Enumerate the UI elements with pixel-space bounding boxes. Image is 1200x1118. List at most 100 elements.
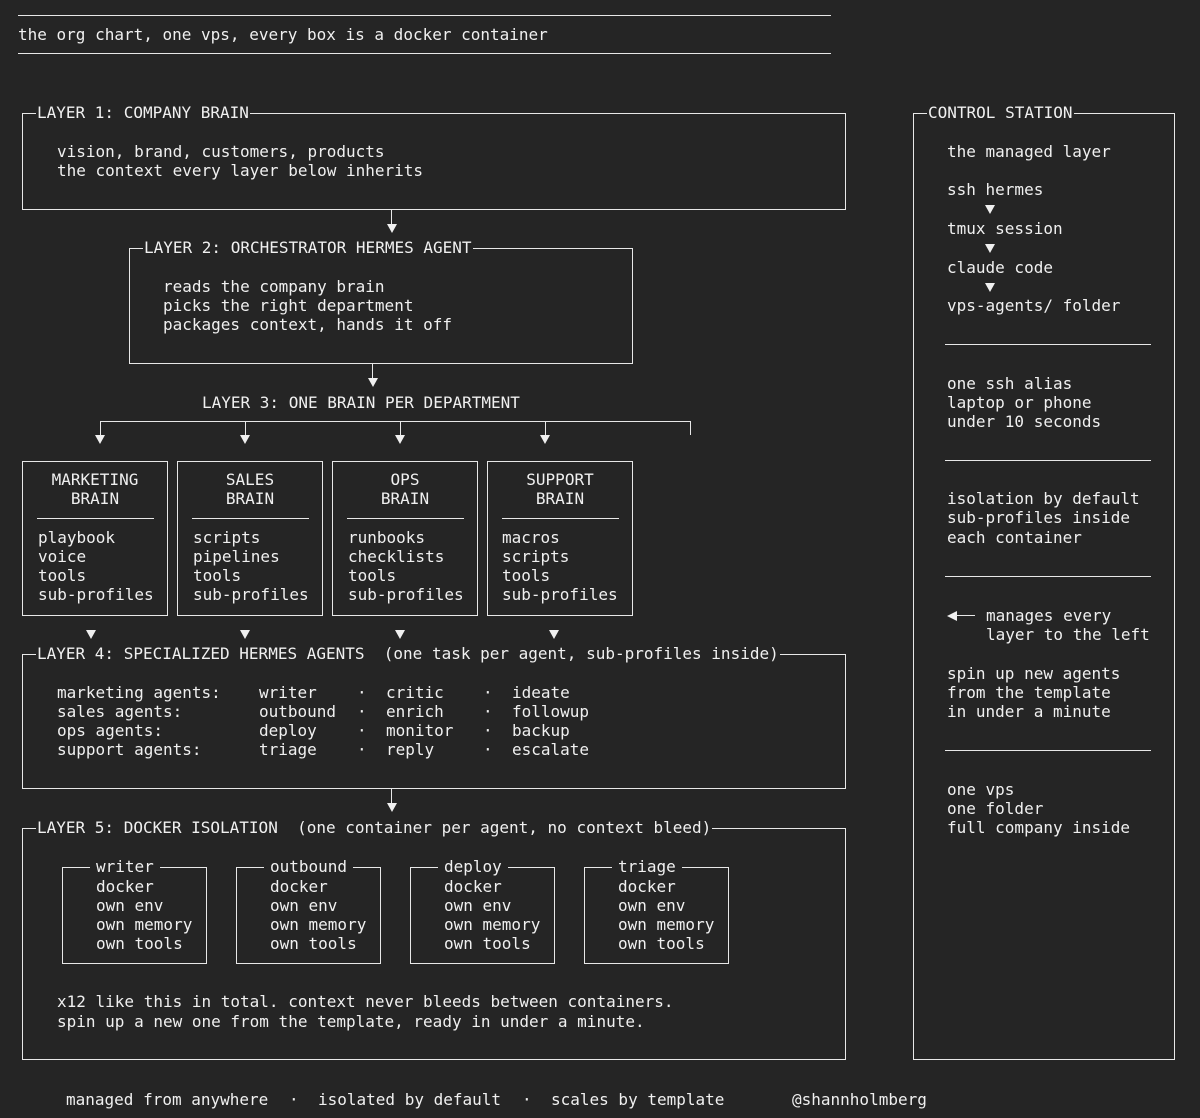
container-line-outbound-3: own memory bbox=[270, 915, 367, 934]
footer-item-managed: managed from anywhere bbox=[66, 1090, 269, 1109]
agent-ops-3: backup bbox=[512, 721, 570, 740]
header-top-rule bbox=[18, 15, 831, 16]
arrow-to-sales bbox=[240, 435, 250, 444]
connector-4-5 bbox=[391, 789, 392, 803]
page-title: the org chart, one vps, every box is a d… bbox=[18, 25, 548, 44]
brain-item-ops-4: sub-profiles bbox=[348, 585, 464, 604]
brain-title-support: SUPPORT bbox=[526, 470, 594, 489]
control-chain-claude: claude code bbox=[947, 258, 1053, 277]
container-line-deploy-1: docker bbox=[444, 877, 502, 896]
control-divider-1 bbox=[945, 344, 1151, 345]
agent-separator: · bbox=[483, 721, 493, 740]
arrow-4-5 bbox=[387, 803, 397, 812]
layer1-label: LAYER 1: COMPANY BRAIN bbox=[36, 103, 250, 122]
footer-handle: @shannholmberg bbox=[792, 1090, 927, 1109]
agent-separator: · bbox=[357, 740, 367, 759]
arrow-support-to-layer4 bbox=[549, 630, 559, 639]
agent-separator: · bbox=[483, 683, 493, 702]
layer1-line-1: vision, brand, customers, products bbox=[57, 142, 385, 161]
layer3-branch-line bbox=[100, 421, 690, 422]
brain-item-sales-3: tools bbox=[193, 566, 242, 585]
agents-dept-sales: sales agents: bbox=[57, 702, 183, 721]
agent-separator: · bbox=[357, 721, 367, 740]
layer3-label: LAYER 3: ONE BRAIN PER DEPARTMENT bbox=[202, 393, 520, 412]
brain-item-support-3: tools bbox=[502, 566, 551, 585]
container-name-writer: writer bbox=[90, 857, 160, 876]
agent-separator: · bbox=[483, 702, 493, 721]
branch-drop-sales bbox=[245, 421, 246, 435]
agent-support-3: escalate bbox=[512, 740, 590, 759]
brain-subtitle-support: BRAIN bbox=[535, 489, 585, 508]
control-divider-3 bbox=[945, 576, 1151, 577]
agents-dept-marketing: marketing agents: bbox=[57, 683, 221, 702]
agent-marketing-2: critic bbox=[386, 683, 444, 702]
connector-1-2 bbox=[391, 210, 392, 224]
agents-dept-ops: ops agents: bbox=[57, 721, 163, 740]
container-line-writer-2: own env bbox=[96, 896, 164, 915]
container-line-deploy-2: own env bbox=[444, 896, 512, 915]
arrow-to-support bbox=[540, 435, 550, 444]
control-isolation-3: each container bbox=[947, 528, 1082, 547]
control-managed-layer: the managed layer bbox=[947, 142, 1111, 161]
control-vps-2: one folder bbox=[947, 799, 1044, 818]
brain-title-sales: SALES bbox=[225, 470, 275, 489]
container-line-triage-2: own env bbox=[618, 896, 686, 915]
control-manages-2: layer to the left bbox=[986, 625, 1150, 644]
layer5-footer-1: x12 like this in total. context never bl… bbox=[57, 992, 674, 1011]
control-chain-tmux: tmux session bbox=[947, 219, 1063, 238]
footer-separator: · bbox=[289, 1090, 299, 1109]
control-vps-1: one vps bbox=[947, 780, 1015, 799]
branch-drop-ops bbox=[400, 421, 401, 435]
arrow-2-3 bbox=[368, 378, 378, 387]
control-station-label: CONTROL STATION bbox=[927, 103, 1074, 122]
brain-item-ops-2: checklists bbox=[348, 547, 445, 566]
layer2-line-1: reads the company brain bbox=[163, 277, 385, 296]
control-chain-folder: vps-agents/ folder bbox=[947, 296, 1121, 315]
layer2-line-3: packages context, hands it off bbox=[163, 315, 452, 334]
agents-dept-support: support agents: bbox=[57, 740, 202, 759]
agent-sales-1: outbound bbox=[259, 702, 337, 721]
brain-item-support-2: scripts bbox=[502, 547, 570, 566]
brain-item-support-4: sub-profiles bbox=[502, 585, 618, 604]
brain-divider-sales bbox=[192, 518, 309, 519]
control-isolation-2: sub-profiles inside bbox=[947, 508, 1131, 527]
agent-marketing-3: ideate bbox=[512, 683, 570, 702]
agent-ops-2: monitor bbox=[386, 721, 454, 740]
chain-arrow-3 bbox=[985, 283, 995, 292]
arrow-sales-to-layer4 bbox=[240, 630, 250, 639]
container-line-deploy-3: own memory bbox=[444, 915, 541, 934]
layer1-line-2: the context every layer below inherits bbox=[57, 161, 424, 180]
brain-subtitle-marketing: BRAIN bbox=[70, 489, 120, 508]
container-name-triage: triage bbox=[612, 857, 682, 876]
footer-item-scales: scales by template bbox=[551, 1090, 725, 1109]
layer5-footer-2: spin up a new one from the template, rea… bbox=[57, 1012, 645, 1031]
left-arrow-icon bbox=[947, 611, 957, 621]
control-station-box bbox=[913, 113, 1175, 1060]
brain-subtitle-sales: BRAIN bbox=[225, 489, 275, 508]
brain-divider-support bbox=[502, 518, 619, 519]
agent-marketing-1: writer bbox=[259, 683, 317, 702]
control-alias-2: laptop or phone bbox=[947, 393, 1092, 412]
brain-title-ops: OPS bbox=[390, 470, 420, 489]
container-line-writer-4: own tools bbox=[96, 934, 183, 953]
arrow-marketing-to-layer4 bbox=[86, 630, 96, 639]
container-line-deploy-4: own tools bbox=[444, 934, 531, 953]
footer-item-isolated: isolated by default bbox=[318, 1090, 502, 1109]
brain-item-sales-4: sub-profiles bbox=[193, 585, 309, 604]
layer2-label: LAYER 2: ORCHESTRATOR HERMES AGENT bbox=[143, 238, 473, 257]
control-spin-2: from the template bbox=[947, 683, 1111, 702]
container-line-triage-1: docker bbox=[618, 877, 676, 896]
control-alias-3: under 10 seconds bbox=[947, 412, 1102, 431]
agent-separator: · bbox=[357, 683, 367, 702]
brain-item-marketing-3: tools bbox=[38, 566, 87, 585]
chain-arrow-1 bbox=[985, 205, 995, 214]
layer4-label: LAYER 4: SPECIALIZED HERMES AGENTS (one … bbox=[36, 644, 780, 663]
brain-divider-marketing bbox=[37, 518, 154, 519]
left-arrow-shaft bbox=[955, 615, 975, 616]
arrow-to-ops bbox=[395, 435, 405, 444]
control-divider-2 bbox=[945, 460, 1151, 461]
agent-support-2: reply bbox=[386, 740, 435, 759]
container-line-outbound-4: own tools bbox=[270, 934, 357, 953]
container-line-triage-4: own tools bbox=[618, 934, 705, 953]
agent-separator: · bbox=[483, 740, 493, 759]
